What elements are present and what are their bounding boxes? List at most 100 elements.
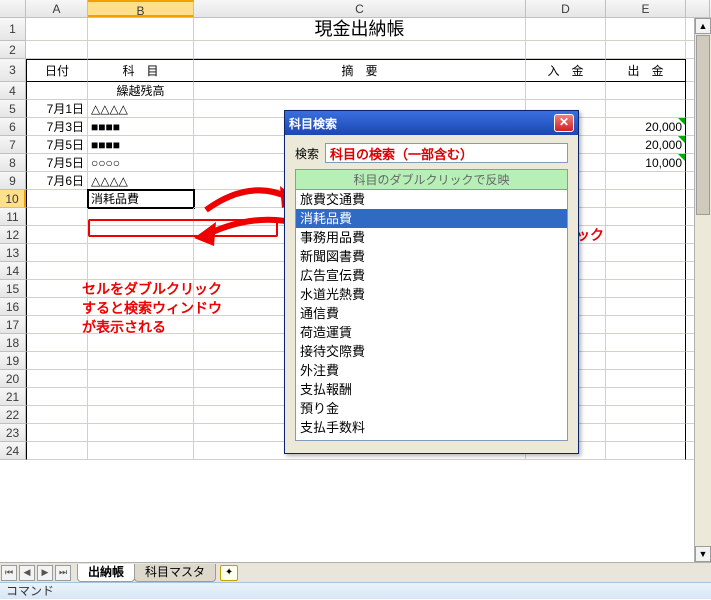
row-header[interactable]: 1 (0, 18, 26, 41)
tab-nav-prev-icon[interactable]: ◀ (19, 565, 35, 581)
cell[interactable] (606, 190, 686, 208)
cell[interactable] (26, 41, 88, 59)
cell[interactable]: 出 金 (606, 59, 686, 82)
list-item[interactable]: 預り金 (296, 399, 567, 418)
row-header[interactable]: 14 (0, 262, 26, 280)
cell[interactable] (88, 41, 194, 59)
cell[interactable]: △△△△ (88, 100, 194, 118)
cell[interactable] (88, 244, 194, 262)
col-header-A[interactable]: A (26, 0, 88, 17)
close-icon[interactable]: ✕ (554, 114, 574, 132)
cell[interactable] (526, 18, 606, 41)
cell[interactable]: 日付 (26, 59, 88, 82)
row-header[interactable]: 2 (0, 41, 26, 59)
cell[interactable] (606, 244, 686, 262)
cell[interactable] (88, 298, 194, 316)
row-header[interactable]: 16 (0, 298, 26, 316)
cell[interactable] (194, 41, 526, 59)
row-header[interactable]: 12 (0, 226, 26, 244)
row-header[interactable]: 19 (0, 352, 26, 370)
cell[interactable]: ■■■■ (88, 118, 194, 136)
row-header[interactable]: 22 (0, 406, 26, 424)
row-header[interactable]: 17 (0, 316, 26, 334)
list-item[interactable]: 接待交際費 (296, 342, 567, 361)
row-header[interactable]: 20 (0, 370, 26, 388)
cell[interactable] (606, 226, 686, 244)
col-header-B[interactable]: B (88, 0, 194, 17)
cell[interactable] (606, 172, 686, 190)
list-item[interactable]: 通信費 (296, 304, 567, 323)
cell[interactable]: 7月5日 (26, 154, 88, 172)
cell[interactable]: 20,000 (606, 118, 686, 136)
new-sheet-icon[interactable]: ✦ (220, 565, 238, 581)
cell[interactable] (606, 41, 686, 59)
list-item[interactable]: 事務用品費 (296, 228, 567, 247)
cell[interactable] (26, 352, 88, 370)
cell[interactable]: ○○○○ (88, 154, 194, 172)
cell[interactable] (88, 424, 194, 442)
cell[interactable] (606, 82, 686, 100)
cell[interactable]: 科 目 (88, 59, 194, 82)
cell[interactable] (26, 388, 88, 406)
row-header[interactable]: 24 (0, 442, 26, 460)
row-header[interactable]: 7 (0, 136, 26, 154)
sheet-tab-other[interactable]: 科目マスタ (134, 564, 216, 582)
cell[interactable] (88, 18, 194, 41)
cell[interactable] (606, 442, 686, 460)
scroll-down-icon[interactable]: ▼ (695, 546, 711, 562)
select-all-corner[interactable] (0, 0, 26, 17)
search-input[interactable] (325, 143, 568, 163)
cell[interactable] (88, 352, 194, 370)
list-item[interactable]: 支払報酬 (296, 380, 567, 399)
cell[interactable] (26, 18, 88, 41)
cell[interactable]: ■■■■ (88, 136, 194, 154)
row-header[interactable]: 3 (0, 59, 26, 82)
cell[interactable] (26, 82, 88, 100)
cell[interactable] (194, 82, 526, 100)
row-header[interactable]: 6 (0, 118, 26, 136)
list-item[interactable]: 消耗品費 (296, 209, 567, 228)
row-header[interactable]: 15 (0, 280, 26, 298)
scroll-thumb[interactable] (696, 35, 710, 215)
cell[interactable] (26, 244, 88, 262)
cell[interactable] (88, 280, 194, 298)
cell[interactable]: 7月6日 (26, 172, 88, 190)
list-item[interactable]: 水道光熱費 (296, 285, 567, 304)
account-listbox[interactable]: 旅費交通費消耗品費事務用品費新聞図書費広告宣伝費水道光熱費通信費荷造運賃接待交際… (295, 189, 568, 441)
cell[interactable]: 10,000 (606, 154, 686, 172)
cell[interactable] (606, 100, 686, 118)
cell[interactable] (88, 208, 194, 226)
list-item[interactable]: 外注費 (296, 361, 567, 380)
row-header[interactable]: 13 (0, 244, 26, 262)
cell[interactable] (606, 262, 686, 280)
cell[interactable] (26, 316, 88, 334)
cell[interactable] (526, 82, 606, 100)
cell[interactable] (26, 406, 88, 424)
scroll-up-icon[interactable]: ▲ (695, 18, 711, 34)
cell[interactable] (26, 208, 88, 226)
row-header[interactable]: 5 (0, 100, 26, 118)
sheet-tab-active[interactable]: 出納帳 (77, 564, 135, 582)
cell[interactable]: 入 金 (526, 59, 606, 82)
cell[interactable]: 7月1日 (26, 100, 88, 118)
col-header-D[interactable]: D (526, 0, 606, 17)
cell[interactable]: 繰越残高 (88, 82, 194, 100)
list-item[interactable]: 支払手数料 (296, 418, 567, 437)
cell[interactable] (26, 334, 88, 352)
list-item[interactable]: 旅費交通費 (296, 190, 567, 209)
cell[interactable] (26, 442, 88, 460)
list-item[interactable]: 荷造運賃 (296, 323, 567, 342)
cell[interactable] (606, 334, 686, 352)
cell[interactable]: 摘 要 (194, 59, 526, 82)
cell[interactable]: 7月5日 (26, 136, 88, 154)
cell[interactable] (26, 280, 88, 298)
row-header[interactable]: 8 (0, 154, 26, 172)
cell[interactable] (606, 280, 686, 298)
cell[interactable] (88, 442, 194, 460)
cell[interactable] (88, 406, 194, 424)
cell[interactable] (26, 424, 88, 442)
cell[interactable] (26, 298, 88, 316)
row-header[interactable]: 23 (0, 424, 26, 442)
cell[interactable] (606, 298, 686, 316)
cell[interactable]: 20,000 (606, 136, 686, 154)
